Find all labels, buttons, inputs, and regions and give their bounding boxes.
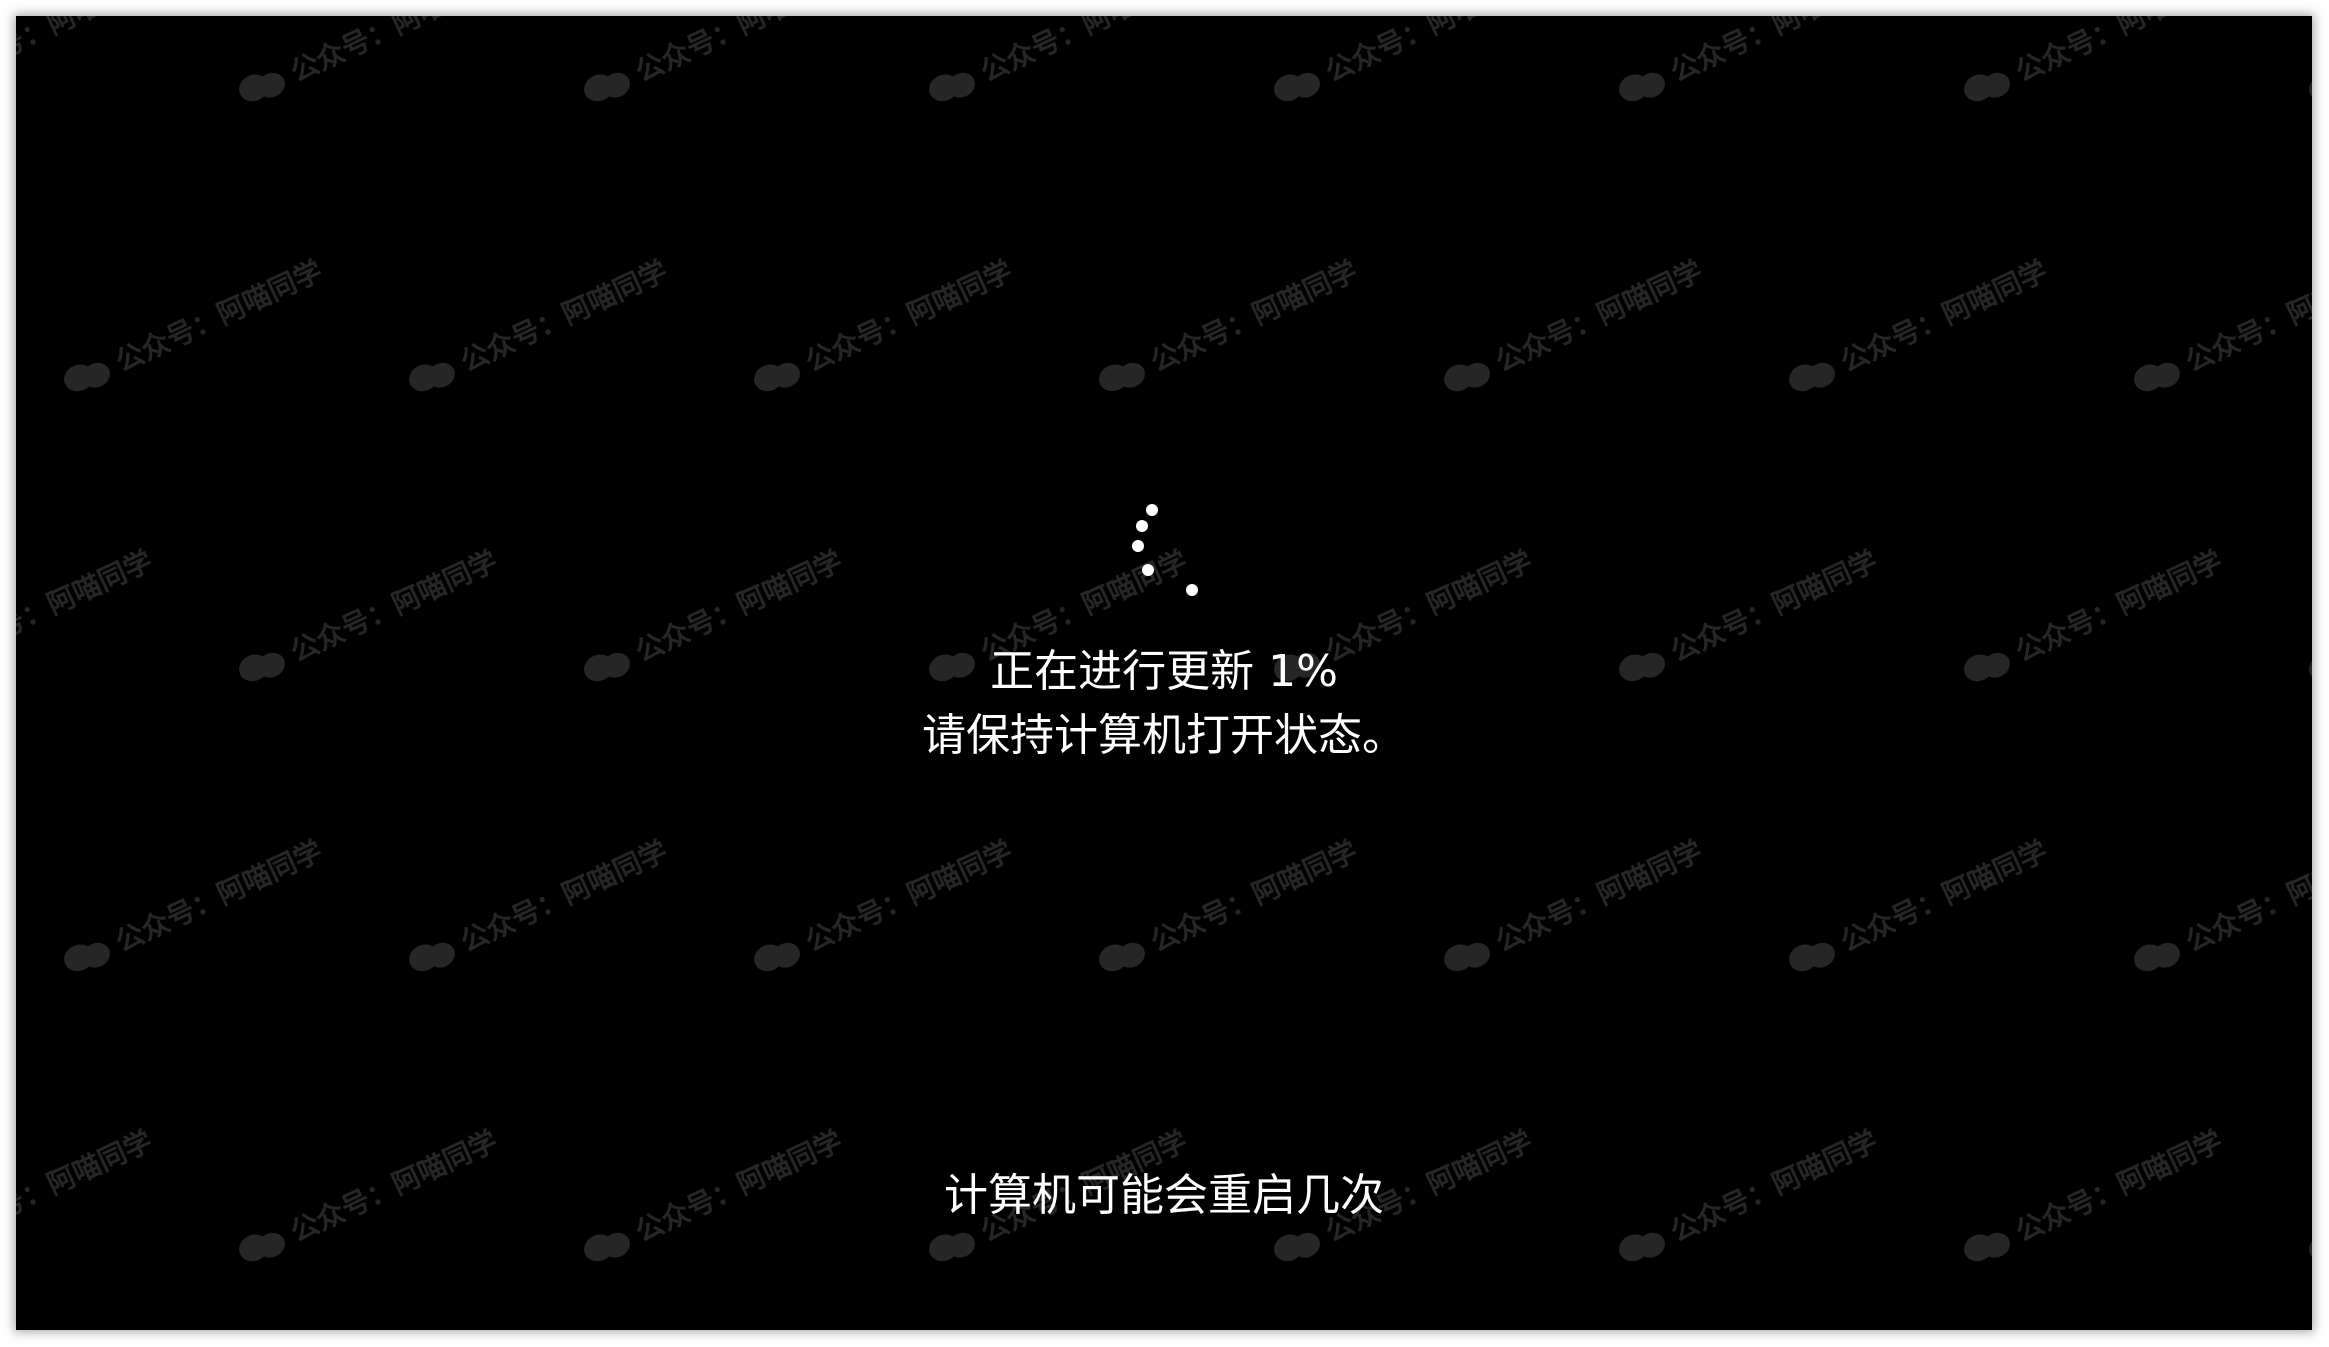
wechat-icon xyxy=(749,350,807,401)
spinner-dot xyxy=(1186,584,1198,596)
wechat-icon xyxy=(579,60,637,111)
wechat-icon xyxy=(2129,350,2187,401)
update-screen: 公众号：阿喵同学 公众号：阿喵同学 公众号：阿喵同学 公众号：阿喵同学 公众号：阿喵同学… xyxy=(16,16,2312,1330)
wechat-icon xyxy=(1094,930,1152,981)
watermark: 公众号：阿喵同学 xyxy=(403,830,674,985)
wechat-icon xyxy=(2304,60,2312,111)
wechat-icon xyxy=(924,60,982,111)
watermark-text: 公众号：阿喵同学 xyxy=(110,834,328,959)
watermark-text: 公众号：阿喵同学 xyxy=(1835,254,2053,379)
wechat-icon xyxy=(404,350,462,401)
watermark: 公众号：阿喵同学 xyxy=(1093,830,1364,985)
watermark: 公众号：阿喵同学 xyxy=(1093,250,1364,405)
watermark: 公众号：阿喵同学 xyxy=(403,250,674,405)
spinner-dot xyxy=(1146,504,1158,516)
watermark: 公众号：阿喵同学 xyxy=(1958,16,2229,114)
watermark-text: 公众号：阿喵同学 xyxy=(1835,834,2053,959)
watermark-text: 公众号：阿喵同学 xyxy=(630,16,848,89)
wechat-icon xyxy=(1439,930,1497,981)
watermark-text: 公众号：阿喵同学 xyxy=(2010,16,2228,89)
spinner-dot xyxy=(1132,540,1144,552)
watermark-text: 公众号：阿喵同学 xyxy=(1490,834,1708,959)
watermark: 公众号：阿喵同学 xyxy=(1438,250,1709,405)
watermark: 公众号：阿喵同学 xyxy=(233,16,504,114)
wechat-icon xyxy=(404,930,462,981)
watermark: 公众号：阿喵同学 xyxy=(2128,830,2312,985)
keep-computer-on-text: 请保持计算机打开状态。 xyxy=(922,710,1406,761)
watermark-text: 公众号：阿喵同学 xyxy=(1145,254,1363,379)
watermark: 公众号：阿喵同学 xyxy=(58,250,329,405)
watermark-text: 公众号：阿喵同学 xyxy=(1145,834,1363,959)
wechat-icon xyxy=(2304,1220,2312,1271)
watermark-text: 公众号：阿喵同学 xyxy=(800,834,1018,959)
wechat-icon xyxy=(1094,350,1152,401)
wechat-icon xyxy=(1784,930,1842,981)
spinner-dot xyxy=(1136,520,1148,532)
wechat-icon xyxy=(579,1220,637,1271)
watermark-text: 公众号：阿喵同学 xyxy=(2180,834,2312,959)
wechat-icon xyxy=(1784,350,1842,401)
watermark-text: 公众号：阿喵同学 xyxy=(455,834,673,959)
watermark: 公众号：阿喵同学 xyxy=(16,16,158,114)
wechat-icon xyxy=(59,930,117,981)
wechat-icon xyxy=(234,60,292,111)
watermark: 公众号：阿喵同学 xyxy=(1268,16,1539,114)
wechat-icon xyxy=(2129,930,2187,981)
watermark: 公众号：阿喵同学 xyxy=(1613,16,1884,114)
spinner-dot xyxy=(1142,564,1154,576)
watermark-text: 公众号：阿喵同学 xyxy=(455,254,673,379)
watermark: 公众号：阿喵同学 xyxy=(2128,250,2312,405)
wechat-icon xyxy=(1269,60,1327,111)
update-progress-text: 正在进行更新 1% xyxy=(990,646,1338,697)
watermark: 公众号：阿喵同学 xyxy=(58,830,329,985)
watermark: 公众号：阿喵同学 xyxy=(578,16,849,114)
wechat-icon xyxy=(749,930,807,981)
wechat-icon xyxy=(1614,60,1672,111)
wechat-icon xyxy=(1959,60,2017,111)
watermark: 公众号：阿喵同学 xyxy=(1783,830,2054,985)
watermark: 公众号：阿喵同学 xyxy=(1783,250,2054,405)
watermark-text: 公众号：阿喵同学 xyxy=(16,16,158,89)
wechat-icon xyxy=(1959,1220,2017,1271)
watermark-text: 公众号：阿喵同学 xyxy=(1490,254,1708,379)
watermark-text: 公众号：阿喵同学 xyxy=(1320,16,1538,89)
wechat-icon xyxy=(234,1220,292,1271)
wechat-icon xyxy=(59,350,117,401)
watermark: 公众号：阿喵同学 xyxy=(923,16,1194,114)
watermark-text: 公众号：阿喵同学 xyxy=(110,254,328,379)
wechat-icon xyxy=(1614,1220,1672,1271)
watermark: 公众号：阿喵同学 xyxy=(748,830,1019,985)
wechat-icon xyxy=(1269,1220,1327,1271)
wechat-icon xyxy=(1439,350,1497,401)
watermark-text: 公众号：阿喵同学 xyxy=(1665,16,1883,89)
watermark-text: 公众号：阿喵同学 xyxy=(975,16,1193,89)
watermark: 公众号：阿喵同学 xyxy=(1438,830,1709,985)
watermark: 公众号：阿喵同学 xyxy=(2303,16,2312,114)
restart-notice-text: 计算机可能会重启几次 xyxy=(944,1170,1384,1221)
watermark-text: 公众号：阿喵同学 xyxy=(285,16,503,89)
watermark-text: 公众号：阿喵同学 xyxy=(800,254,1018,379)
watermark-text: 公众号：阿喵同学 xyxy=(2180,254,2312,379)
loading-spinner xyxy=(1118,504,1198,604)
watermark: 公众号：阿喵同学 xyxy=(748,250,1019,405)
wechat-icon xyxy=(924,1220,982,1271)
